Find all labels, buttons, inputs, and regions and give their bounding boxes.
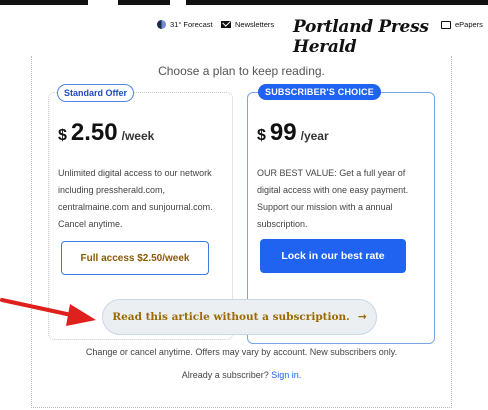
price-period: /week <box>121 129 155 143</box>
signin-prefix: Already a subscriber? <box>181 370 269 380</box>
weather-icon <box>157 20 166 29</box>
mail-icon <box>221 21 231 28</box>
signin-link[interactable]: Sign in. <box>271 370 301 380</box>
top-bar-segment <box>186 0 488 5</box>
plan-price: $ 2.50 /week <box>58 119 154 147</box>
site-header: 31° Forecast Newsletters Portland Press … <box>0 14 488 57</box>
weather-label: 31° Forecast <box>170 20 213 29</box>
epapers-link[interactable]: ePapers <box>441 20 483 29</box>
weather-link[interactable]: 31° Forecast <box>157 20 213 29</box>
arrow-right-icon: → <box>357 311 367 323</box>
top-bar-segment <box>118 0 170 5</box>
annotation-arrow-icon <box>0 298 96 326</box>
offer-note: Change or cancel anytime. Offers may var… <box>85 347 398 357</box>
price-period: /year <box>300 129 329 143</box>
newsletters-link[interactable]: Newsletters <box>221 20 274 29</box>
price-amount: 2.50 <box>70 119 118 146</box>
epapers-label: ePapers <box>455 20 483 29</box>
full-access-button[interactable]: Full access $2.50/week <box>61 241 209 275</box>
plan-badge: Standard Offer <box>57 84 135 102</box>
epaper-icon <box>441 20 451 29</box>
newsletters-label: Newsletters <box>235 20 275 29</box>
read-without-label: Read this article without a subscription… <box>112 311 350 323</box>
plan-badge: SUBSCRIBER'S CHOICE <box>258 84 381 100</box>
price-currency: $ <box>58 127 67 144</box>
signin-row: Already a subscriber? Sign in. <box>32 370 451 380</box>
lock-in-rate-button[interactable]: Lock in our best rate <box>260 239 406 273</box>
top-bar-segment <box>0 0 88 5</box>
read-without-subscription-button[interactable]: Read this article without a subscription… <box>102 299 377 335</box>
plan-description: OUR BEST VALUE: Get a full year of digit… <box>257 168 409 229</box>
plan-price: $ 99 /year <box>257 119 329 147</box>
page-title: Choose a plan to keep reading. <box>158 64 325 78</box>
price-amount: 99 <box>269 119 297 146</box>
paywall-card: Choose a plan to keep reading. Standard … <box>31 56 452 408</box>
price-currency: $ <box>257 127 266 144</box>
plan-description: Unlimited digital access to our network … <box>58 168 213 229</box>
